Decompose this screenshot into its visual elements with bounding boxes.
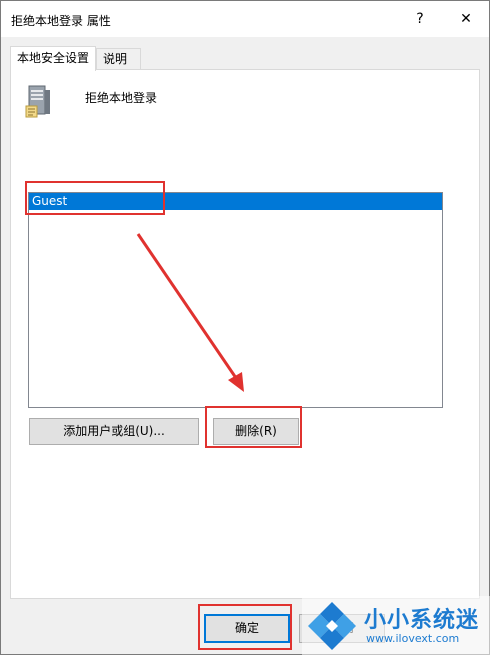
policy-name: 拒绝本地登录 — [85, 91, 158, 105]
help-button[interactable]: ? — [397, 1, 443, 37]
watermark-title: 小小系统迷 — [364, 608, 480, 633]
ok-button[interactable]: 确定 — [204, 614, 290, 643]
tab-panel: 拒绝本地登录 Guest 添加用户或组(U)... 删除(R) — [10, 69, 480, 599]
window-title: 拒绝本地登录 属性 — [11, 14, 111, 28]
add-user-or-group-button[interactable]: 添加用户或组(U)... — [29, 418, 199, 445]
list-item-guest[interactable]: Guest — [29, 193, 442, 210]
tab-local-security-setting[interactable]: 本地安全设置 — [10, 46, 96, 71]
watermark: 小小系统迷 www.ilovext.com — [302, 596, 490, 655]
server-icon — [25, 85, 50, 118]
diamond-logo-icon — [308, 602, 356, 650]
tab-explain[interactable]: 说明 — [96, 48, 141, 69]
watermark-url: www.ilovext.com — [366, 632, 460, 645]
users-listbox[interactable]: Guest — [28, 192, 443, 408]
properties-dialog: 拒绝本地登录 属性 ? ✕ 本地安全设置 说明 拒绝本地登录 Guest 添加用… — [0, 0, 490, 655]
remove-button[interactable]: 删除(R) — [213, 418, 299, 445]
close-button[interactable]: ✕ — [443, 1, 489, 37]
title-bar: 拒绝本地登录 属性 ? ✕ — [1, 1, 489, 37]
